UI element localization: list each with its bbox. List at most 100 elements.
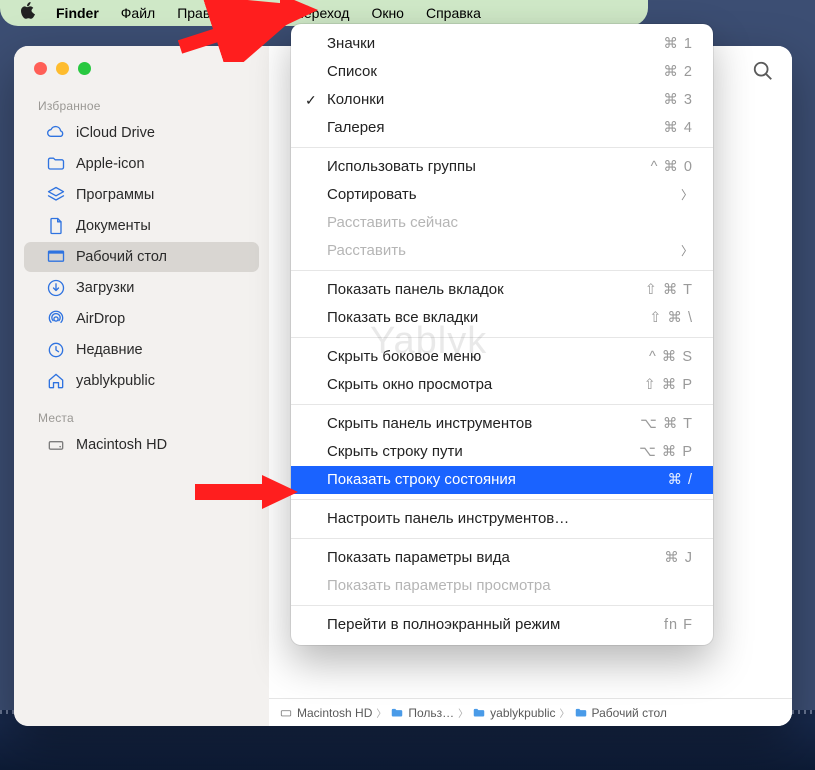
menu-item-label: Галерея	[327, 117, 385, 139]
maximize-button[interactable]	[78, 62, 91, 75]
menu-item-label: Скрыть боковое меню	[327, 346, 481, 368]
menu-file[interactable]: Файл	[110, 0, 166, 26]
path-segment[interactable]: yablykpublic	[472, 706, 555, 720]
menu-finder[interactable]: Finder	[45, 0, 110, 26]
menu-shortcut: ⌥ ⌘ T	[640, 413, 693, 435]
apple-menu-icon[interactable]	[10, 2, 45, 24]
menu-shortcut: ⇧ ⌘ P	[644, 374, 693, 396]
menu-shortcut: ⌘ 4	[663, 117, 693, 139]
menu-shortcut: ^ ⌘ S	[649, 346, 693, 368]
menu-item-label: Настроить панель инструментов…	[327, 508, 569, 530]
menu-shortcut: ⌘ /	[667, 469, 693, 491]
menu-item[interactable]: Скрыть окно просмотра ⇧ ⌘ P	[291, 371, 713, 399]
menu-shortcut: ⌘ 1	[663, 33, 693, 55]
sidebar-place-disk[interactable]: Macintosh HD	[24, 430, 259, 460]
menu-separator	[291, 538, 713, 539]
sidebar-item-download[interactable]: Загрузки	[24, 273, 259, 303]
path-label: Macintosh HD	[297, 706, 372, 720]
path-segment[interactable]: Польз…	[390, 706, 454, 720]
menu-item[interactable]: Показать параметры вида ⌘ J	[291, 544, 713, 572]
menu-shortcut: ⌘ 3	[663, 89, 693, 111]
menubar: Finder Файл Правка Вид Переход Окно Спра…	[0, 0, 648, 26]
home-icon	[46, 371, 66, 391]
menu-separator	[291, 147, 713, 148]
submenu-arrow-icon: 〉	[681, 240, 693, 262]
path-segment[interactable]: Рабочий стол	[574, 706, 667, 720]
menu-item-label: Скрыть окно просмотра	[327, 374, 492, 396]
sidebar-item-label: AirDrop	[76, 311, 125, 327]
menu-item[interactable]: Скрыть панель инструментов⌥ ⌘ T	[291, 410, 713, 438]
desktop-icon	[46, 247, 66, 267]
menu-item-label: Показать все вкладки	[327, 307, 478, 329]
sidebar-section-favorites: Избранное	[14, 85, 269, 117]
folder-icon	[46, 154, 66, 174]
sidebar: Избранное iCloud Drive Apple-icon Программ…	[14, 46, 269, 726]
sidebar-item-desktop[interactable]: Рабочий стол	[24, 242, 259, 272]
sidebar-item-label: Недавние	[76, 342, 143, 358]
menu-item-label: Перейти в полноэкранный режим	[327, 614, 560, 636]
menu-item[interactable]: Значки ⌘ 1	[291, 30, 713, 58]
sidebar-item-home[interactable]: yablykpublic	[24, 366, 259, 396]
sidebar-item-label: iCloud Drive	[76, 125, 155, 141]
menu-item[interactable]: ✓ Колонки ⌘ 3	[291, 86, 713, 114]
menu-item[interactable]: Скрыть строку пути⌥ ⌘ P	[291, 438, 713, 466]
menu-shortcut: fn F	[664, 614, 693, 636]
apps-icon	[46, 185, 66, 205]
airdrop-icon	[46, 309, 66, 329]
sidebar-item-apps[interactable]: Программы	[24, 180, 259, 210]
clock-icon	[46, 340, 66, 360]
menu-item[interactable]: Показать все вкладки ⇧ ⌘ \	[291, 304, 713, 332]
menu-window[interactable]: Окно	[360, 0, 415, 26]
checkmark-icon: ✓	[305, 89, 317, 111]
menu-item[interactable]: Показать панель вкладок⇧ ⌘ T	[291, 276, 713, 304]
download-icon	[46, 278, 66, 298]
menu-item[interactable]: Перейти в полноэкранный режим fn F	[291, 611, 713, 639]
chevron-right-icon: 〉	[376, 705, 386, 720]
sidebar-item-label: Apple-icon	[76, 156, 145, 172]
sidebar-item-label: Macintosh HD	[76, 437, 167, 453]
menu-item[interactable]: Показать строку состояния⌘ /	[291, 466, 713, 494]
menu-item[interactable]: Настроить панель инструментов…	[291, 505, 713, 533]
close-button[interactable]	[34, 62, 47, 75]
menu-shortcut: ⌘ J	[664, 547, 693, 569]
menu-item-label: Скрыть строку пути	[327, 441, 463, 463]
menu-shortcut: ^ ⌘ 0	[651, 156, 693, 178]
menu-separator	[291, 337, 713, 338]
annotation-arrow-top	[170, 0, 320, 62]
path-label: Рабочий стол	[592, 706, 667, 720]
sidebar-item-cloud[interactable]: iCloud Drive	[24, 118, 259, 148]
annotation-arrow-bottom	[190, 472, 300, 512]
menu-item-label: Показать параметры просмотра	[327, 575, 551, 597]
menu-item[interactable]: Галерея ⌘ 4	[291, 114, 713, 142]
menu-item[interactable]: Скрыть боковое меню ^ ⌘ S	[291, 343, 713, 371]
sidebar-item-doc[interactable]: Документы	[24, 211, 259, 241]
menu-item-label: Показать параметры вида	[327, 547, 510, 569]
menu-item-label: Расставить	[327, 240, 406, 262]
menu-item-label: Использовать группы	[327, 156, 476, 178]
menu-item[interactable]: Использовать группы ^ ⌘ 0	[291, 153, 713, 181]
sidebar-item-airdrop[interactable]: AirDrop	[24, 304, 259, 334]
sidebar-item-clock[interactable]: Недавние	[24, 335, 259, 365]
window-controls	[14, 62, 269, 85]
menu-item[interactable]: Список⌘ 2	[291, 58, 713, 86]
minimize-button[interactable]	[56, 62, 69, 75]
path-segment[interactable]: Macintosh HD	[279, 706, 372, 720]
menu-item-label: Сортировать	[327, 184, 417, 206]
menu-shortcut: ⇧ ⌘ \	[649, 307, 693, 329]
menu-separator	[291, 404, 713, 405]
path-label: Польз…	[408, 706, 454, 720]
menu-item-label: Колонки	[327, 89, 384, 111]
search-icon[interactable]	[752, 60, 774, 82]
sidebar-item-folder[interactable]: Apple-icon	[24, 149, 259, 179]
path-label: yablykpublic	[490, 706, 555, 720]
menu-item[interactable]: Сортировать〉	[291, 181, 713, 209]
menu-item-label: Показать панель вкладок	[327, 279, 504, 301]
path-bar[interactable]: Macintosh HD〉Польз…〉yablykpublic〉Рабочий…	[269, 698, 792, 726]
sidebar-item-label: Рабочий стол	[76, 249, 167, 265]
menu-separator	[291, 499, 713, 500]
menu-item-label: Значки	[327, 33, 375, 55]
menu-item-label: Список	[327, 61, 377, 83]
view-menu-dropdown: Значки ⌘ 1 Список⌘ 2 ✓ Колонки ⌘ 3 Галерея ⌘ 4 И…	[291, 24, 713, 645]
menu-help[interactable]: Справка	[415, 0, 492, 26]
cloud-icon	[46, 123, 66, 143]
